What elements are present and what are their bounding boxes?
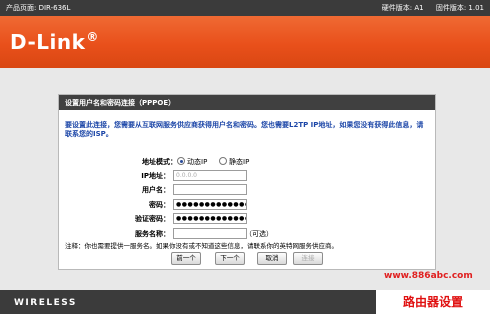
username-input[interactable]: [173, 184, 247, 195]
password-input[interactable]: ●●●●●●●●●●●●●●●●●●●●: [173, 199, 247, 210]
top-bar: 产品页面: DIR-636L 硬件版本: A1 固件版本: 1.01: [0, 0, 490, 16]
radio-dynamic-ip[interactable]: [177, 157, 185, 165]
firmware-version: 固件版本: 1.01: [435, 4, 484, 12]
ip-address-input[interactable]: 0.0.0.0: [173, 170, 247, 181]
ip-address-label: IP地址：: [141, 172, 170, 180]
panel-header: 设置用户名和密码连接（PPPOE）: [59, 95, 435, 110]
username-label: 用户名：: [142, 186, 170, 194]
service-name-input[interactable]: [173, 228, 247, 239]
optional-label: （可选）: [245, 230, 273, 238]
wireless-brand: WIRELESS: [14, 298, 77, 308]
cancel-button[interactable]: 取消: [257, 252, 287, 265]
panel-title: 设置用户名和密码连接（PPPOE）: [65, 99, 176, 107]
static-ip-label: 静态IP: [229, 158, 250, 166]
note-text: 注释：你也需要提供一服务名。如果你没有或不知道这些信息，请联系你的英特网服务供应…: [65, 242, 338, 250]
connect-button[interactable]: 连接: [293, 252, 323, 265]
dlink-logo: D-Link®: [10, 30, 99, 54]
dynamic-ip-label: 动态IP: [187, 158, 208, 166]
password-label: 密码：: [149, 201, 170, 209]
hardware-version: 硬件版本: A1: [381, 4, 424, 12]
product-page-label: 产品页面: DIR-636L: [6, 4, 71, 12]
address-mode-label: 地址模式：: [142, 158, 177, 166]
watermark-url: www.886abc.com: [384, 271, 473, 281]
intro-text: 要设置此连接，您需要从互联网服务供应商获得用户名和密码。您也需要L2TP IP地…: [65, 121, 424, 138]
next-button[interactable]: 下一个: [215, 252, 245, 265]
pppoe-setup-panel: 设置用户名和密码连接（PPPOE） 要设置此连接，您需要从互联网服务供应商获得用…: [58, 94, 436, 270]
radio-static-ip[interactable]: [219, 157, 227, 165]
verify-password-input[interactable]: ●●●●●●●●●●●●●●●●●●●●: [173, 213, 247, 224]
verify-password-label: 验证密码：: [135, 215, 170, 223]
prev-button[interactable]: 前一个: [171, 252, 201, 265]
version-info: 硬件版本: A1 固件版本: 1.01: [372, 3, 484, 13]
service-name-label: 服务名称：: [135, 230, 170, 238]
watermark-text: 路由器设置: [376, 290, 490, 314]
